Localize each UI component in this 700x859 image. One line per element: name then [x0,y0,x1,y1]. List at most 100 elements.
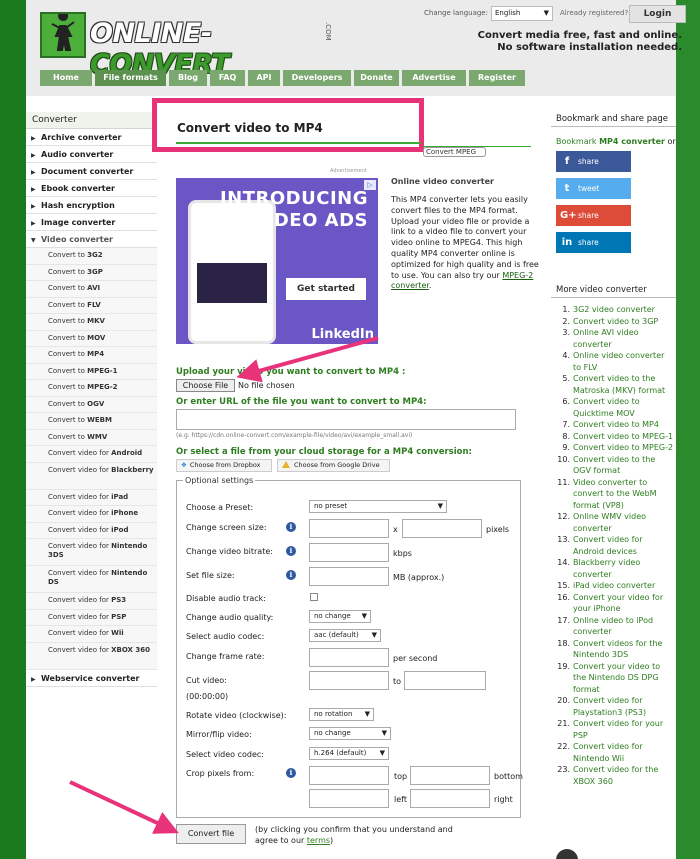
info-icon[interactable]: i [286,546,296,556]
url-input[interactable] [176,409,516,430]
sidebar-item-video-converter[interactable]: ▼ Video converter [26,231,157,248]
frame-rate-input[interactable] [309,648,389,667]
list-item[interactable]: 2. Convert video to 3GP [556,316,674,328]
info-icon[interactable]: i [286,522,296,532]
sidebar-video-item[interactable]: Convert to FLV [26,297,157,314]
disable-audio-checkbox[interactable] [310,593,318,601]
list-item[interactable]: 9. Convert video to MPEG-2 [556,442,674,454]
list-item[interactable]: 1. 3G2 video converter [556,304,674,316]
list-item[interactable]: 22. Convert video for Nintendo Wii [556,741,674,764]
sidebar-video-item[interactable]: Convert video for Nintendo DS [26,566,157,593]
list-item[interactable]: 13. Convert video for Android devices [556,534,674,557]
list-item[interactable]: 10. Convert video to the OGV format [556,454,674,477]
sidebar-video-item[interactable]: Convert video for XBOX 360 [26,642,157,670]
list-item[interactable]: 17. Online video to iPod converter [556,615,674,638]
list-item[interactable]: 5. Convert video to the Matroska (MKV) fo… [556,373,674,396]
ad-info-icon[interactable]: ▷ [364,180,376,190]
list-item[interactable]: 23. Convert video for the XBOX 360 [556,764,674,787]
dropbox-button[interactable]: ❖ Choose from Dropbox [176,459,272,472]
filesize-input[interactable] [309,567,389,586]
cut-start-input[interactable] [309,671,389,690]
sidebar-video-item[interactable]: Convert video for Nintendo 3DS [26,539,157,566]
video-codec-select[interactable]: h.264 (default) ▼ [309,747,389,760]
ad-cta-button[interactable]: Get started [286,278,366,300]
list-item[interactable]: 7. Convert video to MP4 [556,419,674,431]
sidebar-video-item[interactable]: Convert video for Wii [26,626,157,643]
google-drive-button[interactable]: Choose from Google Drive [277,459,390,472]
nav-item-donate[interactable]: Donate [354,70,399,86]
sidebar-video-item[interactable]: Convert video for PSP [26,609,157,626]
login-button[interactable]: Login [629,5,686,23]
info-icon[interactable]: i [286,768,296,778]
sidebar-video-item[interactable]: Convert to OGV [26,396,157,413]
sidebar-video-item[interactable]: Convert video for iPod [26,522,157,539]
sidebar-video-item[interactable]: Convert to MKV [26,314,157,331]
sidebar-video-item[interactable]: Convert to WMV [26,429,157,446]
sidebar-video-item[interactable]: Convert video for iPhone [26,506,157,523]
crop-bottom-input[interactable] [410,766,490,785]
nav-item-home[interactable]: Home [40,70,92,86]
preset-select[interactable]: no preset ▼ [309,500,447,513]
sidebar-video-item[interactable]: Convert to MPEG-2 [26,380,157,397]
cut-end-input[interactable] [404,671,486,690]
sidebar-item-document-converter[interactable]: ▶ Document converter [26,163,157,180]
list-item[interactable]: 20. Convert video for Playstation3 (PS3) [556,695,674,718]
list-item[interactable]: 15. iPad video converter [556,580,674,592]
nav-item-developers[interactable]: Developers [283,70,351,86]
language-select[interactable]: English ▼ [491,6,553,21]
tab-convert-mpeg[interactable]: Convert MPEG [423,147,486,157]
list-item[interactable]: 11. Video converter to convert to the Web… [556,477,674,512]
sidebar-video-item[interactable]: Convert video for iPad [26,489,157,506]
audio-quality-select[interactable]: no change ▼ [309,610,371,623]
list-item[interactable]: 19. Convert your video to the Nintendo DS… [556,661,674,696]
nav-item-api[interactable]: API [248,70,280,86]
advertisement-banner[interactable]: INTRODUCING VIDEO ADS Get started ▷ Link… [176,178,378,344]
list-item[interactable]: 16. Convert your video for your iPhone [556,592,674,615]
terms-link[interactable]: terms [307,836,330,845]
sidebar-item-webservice-converter[interactable]: ▶ Webservice converter [26,670,157,687]
nav-item-advertise[interactable]: Advertise [402,70,466,86]
info-icon[interactable]: i [286,570,296,580]
sidebar-item-image-converter[interactable]: ▶ Image converter [26,214,157,231]
list-item[interactable]: 6. Convert video to Quicktime MOV [556,396,674,419]
crop-left-input[interactable] [309,789,389,808]
sidebar-item-hash-encryption[interactable]: ▶ Hash encryption [26,197,157,214]
list-item[interactable]: 14. Blackberry video converter [556,557,674,580]
facebook-share-button[interactable]: f share [556,151,631,172]
linkedin-share-button[interactable]: in share [556,232,631,253]
convert-file-button[interactable]: Convert file [176,824,246,844]
sidebar-item-audio-converter[interactable]: ▶ Audio converter [26,146,157,163]
list-item[interactable]: 8. Convert video to MPEG-1 [556,431,674,443]
twitter-share-button[interactable]: t tweet [556,178,631,199]
sidebar-item-archive-converter[interactable]: ▶ Archive converter [26,129,157,146]
audio-codec-select[interactable]: aac (default) ▼ [309,629,381,642]
sidebar-video-item[interactable]: Convert to MP4 [26,347,157,364]
list-item[interactable]: 4. Online video converter to FLV [556,350,674,373]
sidebar-video-item[interactable]: Convert to MPEG-1 [26,363,157,380]
list-item[interactable]: 12. Online WMV video converter [556,511,674,534]
screen-width-input[interactable] [309,519,389,538]
sidebar-item-ebook-converter[interactable]: ▶ Ebook converter [26,180,157,197]
sidebar-video-item[interactable]: Convert video for Android [26,446,157,463]
google-plus-share-button[interactable]: G+ share [556,205,631,226]
site-logo[interactable]: ONLINE-CONVERT .COM [40,11,350,80]
nav-item-file-formats[interactable]: File formats [95,70,166,86]
sidebar-video-item[interactable]: Convert to AVI [26,281,157,298]
rotate-select[interactable]: no rotation ▼ [309,708,374,721]
list-item[interactable]: 21. Convert video for your PSP [556,718,674,741]
sidebar-video-item[interactable]: Convert to 3GP [26,264,157,281]
sidebar-video-item[interactable]: Convert video for Blackberry [26,462,157,490]
nav-item-register[interactable]: Register [469,70,525,86]
crop-right-input[interactable] [410,789,490,808]
sidebar-video-item[interactable]: Convert to WEBM [26,413,157,430]
sidebar-video-item[interactable]: Convert to 3G2 [26,248,157,265]
bitrate-input[interactable] [309,543,389,562]
nav-item-blog[interactable]: Blog [169,70,207,86]
mirror-select[interactable]: no change ▼ [309,727,391,740]
list-item[interactable]: 3. Online AVI video converter [556,327,674,350]
nav-item-faq[interactable]: FAQ [210,70,245,86]
sidebar-video-item[interactable]: Convert video for PS3 [26,593,157,610]
sidebar-video-item[interactable]: Convert to MOV [26,330,157,347]
choose-file-button[interactable]: Choose File [176,379,235,392]
crop-top-input[interactable] [309,766,389,785]
